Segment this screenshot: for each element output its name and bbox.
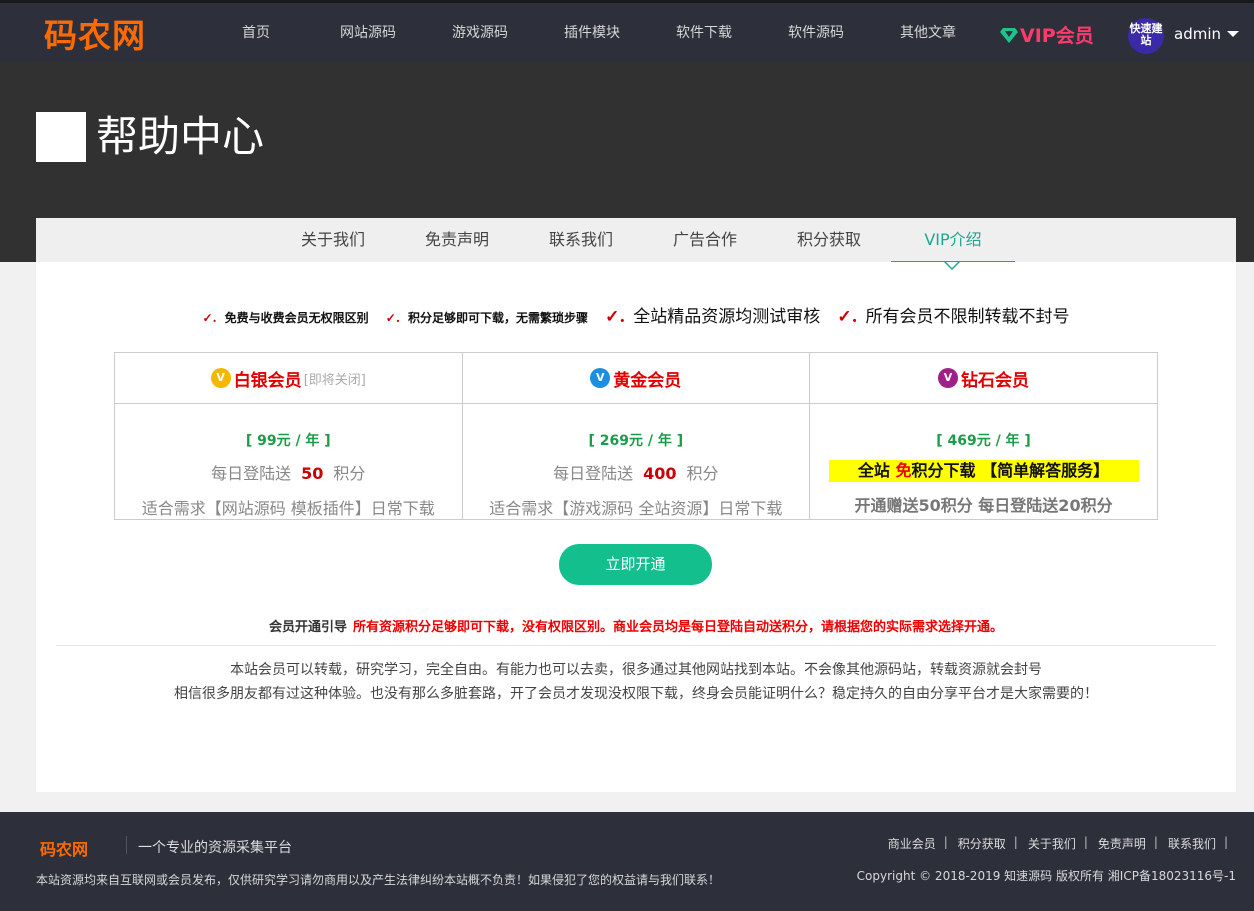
plan-suitability: 适合需求【网站源码 模板插件】日常下载 bbox=[141, 499, 435, 518]
footer-logo[interactable]: 码农网 bbox=[40, 836, 88, 860]
top-navbar: 码农网 首页 网站源码 游戏源码 插件模块 软件下载 软件源码 其他文章 VIP… bbox=[0, 0, 1254, 62]
site-footer: 码农网 一个专业的资源采集平台 本站资源均来自互联网或会员发布，仅供研究学习请勿… bbox=[0, 812, 1254, 911]
tab-about-us[interactable]: 关于我们 bbox=[271, 218, 395, 262]
nav-software-download[interactable]: 软件下载 bbox=[648, 3, 760, 65]
plan-header-silver: V 白银会员 [即将关闭] bbox=[114, 352, 463, 404]
username: admin bbox=[1174, 25, 1221, 43]
plan-header-gold: V 黄金会员 bbox=[461, 352, 811, 404]
v-badge-icon: V bbox=[590, 368, 611, 388]
plan-note: [即将关闭] bbox=[303, 372, 366, 388]
nav-home[interactable]: 首页 bbox=[200, 3, 312, 65]
plan-details-silver: [ 99元 / 年 ] 每日登陆送 50 积分 适合需求【网站源码 模板插件】日常下… bbox=[114, 403, 463, 520]
plan-highlight: 全站 免积分下载 【简单解答服务】 bbox=[828, 460, 1139, 482]
footer-link-about[interactable]: 关于我们 bbox=[1028, 835, 1076, 852]
footer-link-disclaimer[interactable]: 免责声明 bbox=[1098, 835, 1146, 852]
check-icon: ✓. bbox=[202, 311, 217, 325]
feature-item: ✓. 所有会员不限制转载不封号 bbox=[837, 307, 1070, 327]
caret-down-icon bbox=[1227, 31, 1239, 37]
plan-name: 黄金会员 bbox=[613, 370, 682, 391]
check-icon: ✓. bbox=[605, 307, 626, 327]
plan-daily-points: 每日登陆送 50 积分 bbox=[211, 464, 366, 483]
v-badge-icon: V bbox=[210, 368, 231, 388]
tab-contact-us[interactable]: 联系我们 bbox=[519, 218, 643, 262]
footer-slogan: 一个专业的资源采集平台 bbox=[138, 840, 292, 856]
nav-software-source[interactable]: 软件源码 bbox=[760, 3, 872, 65]
help-tabs: 关于我们 免责声明 联系我们 广告合作 积分获取 VIP介绍 bbox=[36, 218, 1236, 270]
nav-other-articles[interactable]: 其他文章 bbox=[872, 3, 984, 65]
avatar[interactable]: 快速建站 bbox=[1128, 18, 1164, 54]
plan-name: 钻石会员 bbox=[961, 370, 1030, 391]
feature-item: ✓. 积分足够即可下载，无需繁琐步骤 bbox=[385, 311, 589, 325]
feature-item: ✓. 免费与收费会员无权限区别 bbox=[202, 311, 369, 325]
plan-bonus: 开通赠送50积分 每日登陆送20积分 bbox=[854, 496, 1113, 515]
footer-disclaimer: 本站资源均来自互联网或会员发布，仅供研究学习请勿商用以及产生法律纠纷本站概不负责… bbox=[36, 873, 721, 887]
nav-game-source[interactable]: 游戏源码 bbox=[424, 3, 536, 65]
plan-daily-points: 每日登陆送 400 积分 bbox=[553, 464, 719, 483]
footer-links: 商业会员 | 积分获取 | 关于我们 | 免责声明 | 联系我们 | bbox=[887, 835, 1228, 852]
footer-link-contact[interactable]: 联系我们 bbox=[1168, 835, 1216, 852]
copyright: Copyright © 2018-2019 知速源码 版权所有 湘ICP备180… bbox=[856, 869, 1236, 883]
site-logo[interactable]: 码农网 bbox=[44, 9, 146, 57]
open-vip-button[interactable]: 立即开通 bbox=[559, 544, 712, 585]
help-content-card: 关于我们 免责声明 联系我们 广告合作 积分获取 VIP介绍 ✓. 免费与收费会员… bbox=[36, 218, 1236, 792]
check-icon: ✓. bbox=[385, 311, 401, 325]
vip-plans-table: V 白银会员 [即将关闭] V 黄金会员 V 钻石会员 [ 99元 / 年] … bbox=[114, 352, 1158, 520]
page-title: 帮助中心 bbox=[96, 112, 265, 161]
footer-link-business-vip[interactable]: 商业会员 bbox=[888, 835, 936, 852]
tab-disclaimer[interactable]: 免责声明 bbox=[395, 218, 519, 262]
user-menu[interactable]: admin bbox=[1174, 25, 1239, 43]
tab-vip-intro[interactable]: VIP介绍 bbox=[891, 218, 1015, 270]
plan-price: [ 469元 / 年 ] bbox=[936, 433, 1031, 449]
guide-text: 所有资源积分足够即可下载，没有权限区别。商业会员均是每日登陆自动送积分，请根据您… bbox=[353, 620, 1004, 635]
tab-points[interactable]: 积分获取 bbox=[767, 218, 891, 262]
footer-link-points[interactable]: 积分获取 bbox=[958, 835, 1006, 852]
plan-name: 白银会员 bbox=[233, 370, 302, 391]
open-guide: 会员开通引导 所有资源积分足够即可下载，没有权限区别。商业会员均是每日登陆自动送积… bbox=[36, 616, 1236, 635]
plan-suitability: 适合需求【游戏源码 全站资源】日常下载 bbox=[489, 499, 783, 518]
intro-paragraph: 本站会员可以转载，研究学习，完全自由。有能力也可以去卖，很多通过其他网站找到本站… bbox=[174, 662, 1098, 702]
vip-label: VIP会员 bbox=[1020, 25, 1094, 47]
plan-price: [ 269元 / 年 ] bbox=[588, 433, 684, 449]
v-badge-icon: V bbox=[938, 368, 959, 388]
guide-label: 会员开通引导 bbox=[268, 620, 347, 635]
main-nav: 首页 网站源码 游戏源码 插件模块 软件下载 软件源码 其他文章 bbox=[200, 3, 984, 65]
plan-details-gold: [ 269元 / 年 ] 每日登陆送 400 积分 适合需求【游戏源码 全站资源】日… bbox=[461, 403, 811, 520]
divider bbox=[56, 645, 1216, 646]
vip-member-link[interactable]: VIP会员 bbox=[1000, 21, 1094, 48]
diamond-icon bbox=[1000, 27, 1018, 43]
plan-price: [ 99元 / 年 ] bbox=[245, 433, 331, 449]
plan-header-diamond: V 钻石会员 bbox=[809, 352, 1158, 404]
nav-plugins[interactable]: 插件模块 bbox=[536, 3, 648, 65]
divider bbox=[126, 836, 127, 854]
page-icon bbox=[36, 112, 86, 162]
feature-item: ✓. 全站精品资源均测试审核 bbox=[605, 307, 821, 327]
check-icon: ✓. bbox=[837, 307, 858, 327]
plan-details-diamond: [ 469元 / 年 ] 全站 免积分下载 【简单解答服务】 开通赠送50积分 … bbox=[809, 403, 1158, 520]
feature-list: ✓. 免费与收费会员无权限区别 ✓. 积分足够即可下载，无需繁琐步骤 ✓. 全站精品资… bbox=[36, 302, 1236, 327]
tab-ad-cooperation[interactable]: 广告合作 bbox=[643, 218, 767, 262]
nav-website-source[interactable]: 网站源码 bbox=[312, 3, 424, 65]
